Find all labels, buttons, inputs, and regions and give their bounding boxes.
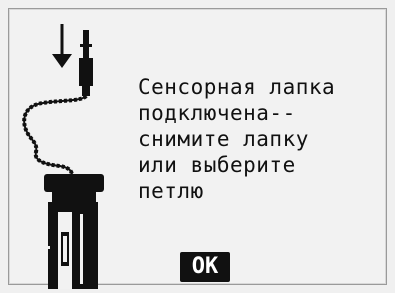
message-line-4: или выберите [138, 153, 296, 177]
message-line-2: подключена-- [138, 101, 296, 125]
message-line-5: петлю [138, 179, 204, 203]
connector-plug-icon [79, 30, 93, 96]
ok-button[interactable]: OK [180, 252, 230, 282]
message-line-1: Сенсорная лапка [138, 75, 336, 99]
status-message: Сенсорная лапка подключена-- снимите лап… [138, 74, 388, 204]
presser-foot-body [40, 174, 104, 289]
display-screen: Сенсорная лапка подключена-- снимите лап… [0, 0, 395, 293]
down-arrow-icon [52, 24, 72, 68]
sensor-presser-foot-icon [22, 24, 104, 289]
message-line-3: снимите лапку [138, 127, 309, 151]
